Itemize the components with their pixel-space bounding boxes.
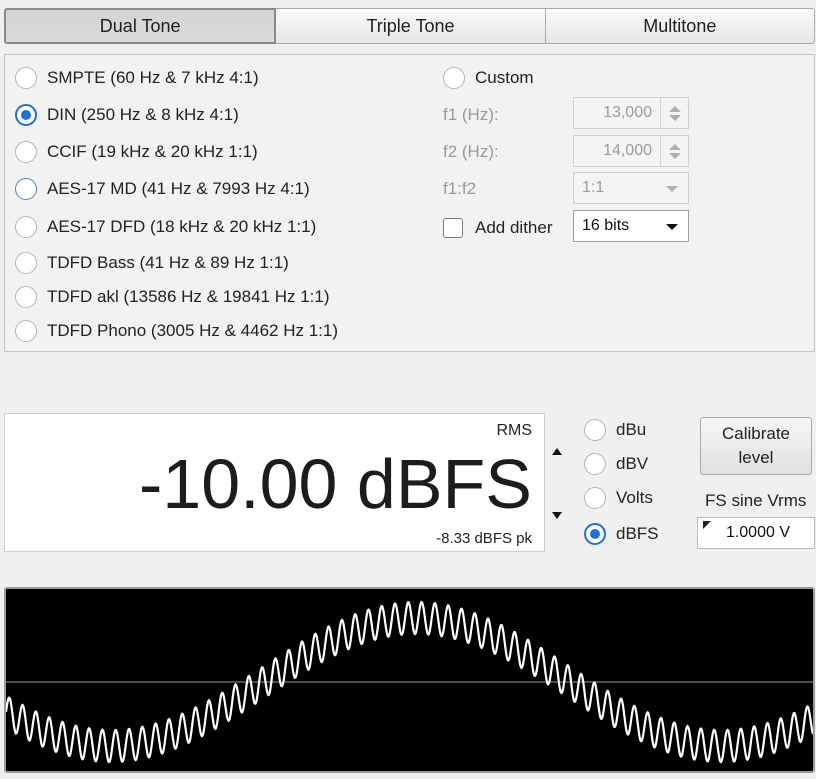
preset-label: TDFD Bass (41 Hz & 89 Hz 1:1) bbox=[47, 253, 289, 272]
preset-label: CCIF (19 kHz & 20 kHz 1:1) bbox=[47, 142, 258, 161]
dither-bits-select[interactable]: 16 bits bbox=[573, 210, 689, 242]
ratio-value: 1:1 bbox=[582, 179, 605, 196]
unit-dbv[interactable]: dBV bbox=[584, 449, 648, 479]
level-value: -10.00 dBFS bbox=[139, 445, 532, 523]
f2-spinner[interactable]: 14,000 bbox=[573, 135, 689, 167]
preset-label: AES-17 MD (41 Hz & 7993 Hz 4:1) bbox=[47, 179, 310, 198]
preset-din[interactable]: DIN (250 Hz & 8 kHz 4:1) bbox=[15, 100, 239, 130]
dither-bits-value: 16 bits bbox=[582, 217, 630, 234]
f1-value[interactable]: 13,000 bbox=[574, 98, 660, 128]
preset-custom[interactable]: Custom bbox=[443, 63, 534, 93]
preset-ccif[interactable]: CCIF (19 kHz & 20 kHz 1:1) bbox=[15, 137, 258, 167]
radio-icon[interactable] bbox=[584, 487, 606, 509]
preset-label: TDFD akl (13586 Hz & 19841 Hz 1:1) bbox=[47, 287, 330, 306]
preset-label: SMPTE (60 Hz & 7 kHz 4:1) bbox=[47, 68, 259, 87]
preset-aes17-dfd[interactable]: AES-17 DFD (18 kHz & 20 kHz 1:1) bbox=[15, 212, 316, 242]
preset-tdfd-bass[interactable]: TDFD Bass (41 Hz & 89 Hz 1:1) bbox=[15, 248, 289, 278]
preset-label: DIN (250 Hz & 8 kHz 4:1) bbox=[47, 105, 239, 124]
radio-icon[interactable] bbox=[15, 216, 37, 238]
fs-sine-label: FS sine Vrms bbox=[705, 491, 807, 510]
tab-triple-tone[interactable]: Triple Tone bbox=[276, 8, 546, 44]
unit-dbu[interactable]: dBu bbox=[584, 415, 646, 445]
preset-tdfd-akl[interactable]: TDFD akl (13586 Hz & 19841 Hz 1:1) bbox=[15, 282, 330, 312]
radio-checked-icon[interactable] bbox=[15, 104, 37, 126]
unit-label: dBV bbox=[616, 454, 649, 473]
custom-label: Custom bbox=[475, 68, 534, 87]
preset-label: TDFD Phono (3005 Hz & 4462 Hz 1:1) bbox=[47, 321, 339, 340]
radio-icon[interactable] bbox=[15, 286, 37, 308]
level-up-arrow-icon[interactable] bbox=[552, 448, 562, 455]
ratio-select[interactable]: 1:1 bbox=[573, 172, 689, 204]
add-dither-label: Add dither bbox=[475, 218, 553, 237]
preset-aes17-md[interactable]: AES-17 MD (41 Hz & 7993 Hz 4:1) bbox=[15, 174, 310, 204]
tab-dual-tone[interactable]: Dual Tone bbox=[4, 8, 277, 44]
preset-smpte[interactable]: SMPTE (60 Hz & 7 kHz 4:1) bbox=[15, 63, 259, 93]
unit-label: dBu bbox=[616, 420, 647, 439]
level-down-arrow-icon[interactable] bbox=[552, 512, 562, 519]
preset-tdfd-phono[interactable]: TDFD Phono (3005 Hz & 4462 Hz 1:1) bbox=[15, 316, 338, 346]
f1-spinner[interactable]: 13,000 bbox=[573, 97, 689, 129]
peak-value: -8.33 dBFS pk bbox=[436, 530, 532, 547]
spinner-arrows-icon[interactable] bbox=[660, 98, 688, 128]
level-display: RMS -10.00 dBFS -8.33 dBFS pk bbox=[4, 413, 545, 552]
spinner-arrows-icon[interactable] bbox=[660, 136, 688, 166]
radio-icon[interactable] bbox=[15, 67, 37, 89]
radio-icon[interactable] bbox=[15, 141, 37, 163]
radio-icon[interactable] bbox=[15, 320, 37, 342]
tab-multitone[interactable]: Multitone bbox=[545, 8, 815, 44]
unit-label: Volts bbox=[616, 488, 653, 507]
field-corner-marker-icon bbox=[703, 521, 711, 529]
waveform-scope bbox=[4, 587, 815, 773]
tone-type-tabs: Dual Tone Triple Tone Multitone bbox=[4, 8, 815, 44]
preset-label: AES-17 DFD (18 kHz & 20 kHz 1:1) bbox=[47, 217, 317, 236]
rms-label: RMS bbox=[496, 422, 532, 439]
radio-icon[interactable] bbox=[443, 67, 465, 89]
preset-panel: SMPTE (60 Hz & 7 kHz 4:1) DIN (250 Hz & … bbox=[4, 54, 815, 352]
add-dither-checkbox[interactable] bbox=[443, 218, 463, 238]
radio-icon[interactable] bbox=[15, 252, 37, 274]
unit-dbfs[interactable]: dBFS bbox=[584, 519, 659, 549]
unit-label: dBFS bbox=[616, 524, 659, 543]
f2-value[interactable]: 14,000 bbox=[574, 136, 660, 166]
chevron-down-icon bbox=[666, 224, 678, 230]
ratio-label: f1:f2 bbox=[443, 179, 477, 198]
radio-icon[interactable] bbox=[15, 178, 37, 200]
chevron-down-icon bbox=[666, 186, 678, 192]
radio-checked-icon[interactable] bbox=[584, 523, 606, 545]
unit-volts[interactable]: Volts bbox=[584, 483, 653, 513]
add-dither-row[interactable]: Add dither bbox=[443, 213, 553, 243]
f2-label: f2 (Hz): bbox=[443, 142, 499, 161]
waveform-svg bbox=[6, 600, 813, 764]
calibrate-level-button[interactable]: Calibrate level bbox=[700, 417, 812, 475]
radio-icon[interactable] bbox=[584, 453, 606, 475]
fs-sine-input[interactable]: 1.0000 V bbox=[697, 517, 815, 549]
radio-icon[interactable] bbox=[584, 419, 606, 441]
f1-label: f1 (Hz): bbox=[443, 105, 499, 124]
